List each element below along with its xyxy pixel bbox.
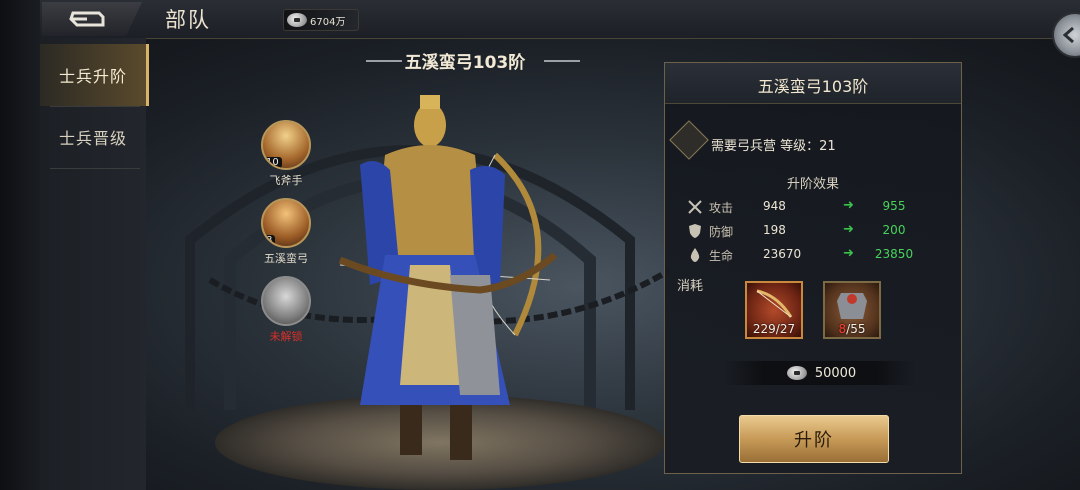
sidebar: 士兵升阶 士兵晋级 <box>40 38 149 490</box>
close-chevron-icon <box>1062 26 1074 44</box>
stat-label: 攻击 <box>709 201 734 215</box>
stat-next: 955 <box>882 199 906 213</box>
bow-item-icon[interactable]: 229/27 <box>745 281 803 339</box>
unit-portrait: 8 <box>261 198 311 248</box>
tab-soldier-advance[interactable]: 士兵升阶 <box>40 44 149 106</box>
unit-item-locked[interactable]: 未解锁 <box>258 276 314 344</box>
item-count: 8/55 <box>838 322 866 336</box>
silver-cost-value: 50000 <box>814 365 857 381</box>
silver-coin-icon <box>287 13 307 27</box>
unit-portrait <box>261 276 311 326</box>
cost-label: 消耗 <box>677 279 704 294</box>
stat-current: 948 <box>763 199 786 213</box>
page-title: 部队 <box>165 8 211 32</box>
tab-label: 士兵升阶 <box>58 67 127 86</box>
unit-name: 飞斧手 <box>269 174 303 187</box>
unit-portrait: 10 <box>261 120 311 170</box>
armor-item-icon[interactable]: 8/55 <box>823 281 881 339</box>
tab-soldier-promote[interactable]: 士兵晋级 <box>40 106 146 168</box>
stat-label: 生命 <box>709 249 734 263</box>
stat-row-attack: 攻击 948 ➜ 955 <box>687 197 947 217</box>
stat-next: 23850 <box>874 247 914 261</box>
item-have: 8 <box>838 322 847 336</box>
unit-item-archer[interactable]: 8 五溪蛮弓 <box>258 198 314 266</box>
unit-level-badge: 8 <box>263 235 276 246</box>
barracks-icon <box>669 120 709 160</box>
panel-title: 五溪蛮弓103阶 <box>757 77 869 96</box>
stat-current: 198 <box>763 223 786 237</box>
shield-icon <box>689 224 701 238</box>
stat-label: 防御 <box>709 225 734 239</box>
stat-next: 200 <box>882 223 906 237</box>
requirement-text: 需要弓兵营 等级：21 <box>711 139 836 154</box>
divider <box>50 168 140 169</box>
title-ornament-right <box>544 60 580 62</box>
archer-hero-figure <box>338 95 558 460</box>
arrow-right-icon: ➜ <box>843 198 854 213</box>
upgrade-button[interactable]: 升阶 <box>739 415 889 463</box>
item-need: 55 <box>850 322 866 336</box>
arrow-right-icon: ➜ <box>843 222 854 237</box>
unit-name: 五溪蛮弓 <box>264 252 308 265</box>
back-button[interactable] <box>42 2 142 36</box>
tab-label: 士兵晋级 <box>58 129 127 148</box>
drop-icon <box>690 248 700 262</box>
silver-balance: 6704万 <box>283 9 359 31</box>
arrow-right-icon: ➜ <box>843 246 854 261</box>
panel-header: 五溪蛮弓103阶 <box>665 63 961 104</box>
back-arrow-icon <box>69 11 105 27</box>
unit-name: 未解锁 <box>269 330 303 343</box>
silver-cost: 50000 <box>725 361 915 385</box>
item-need: 27 <box>779 322 796 336</box>
stat-current: 23670 <box>763 247 802 261</box>
item-have: 229 <box>752 322 776 336</box>
bow-icon <box>756 289 793 318</box>
unit-item-axeman[interactable]: 10 飞斧手 <box>258 120 314 188</box>
armor-icon <box>837 293 867 319</box>
unit-level-badge: 10 <box>263 157 282 168</box>
stat-row-defense: 防御 198 ➜ 200 <box>687 221 947 241</box>
silver-coin-icon <box>786 366 807 380</box>
stat-row-hp: 生命 23670 ➜ 23850 <box>687 245 947 265</box>
unit-title: 五溪蛮弓103阶 <box>404 53 526 73</box>
upgrade-button-label: 升阶 <box>794 430 834 451</box>
item-count: 229/27 <box>752 322 796 336</box>
upgrade-panel: 五溪蛮弓103阶 需要弓兵营 等级：21 升阶效果 攻击 948 ➜ 955 防… <box>664 62 962 474</box>
crossed-swords-icon <box>688 200 702 214</box>
silver-balance-value: 6704万 <box>310 16 346 28</box>
screen-edge <box>0 0 40 490</box>
effect-title: 升阶效果 <box>786 177 839 192</box>
